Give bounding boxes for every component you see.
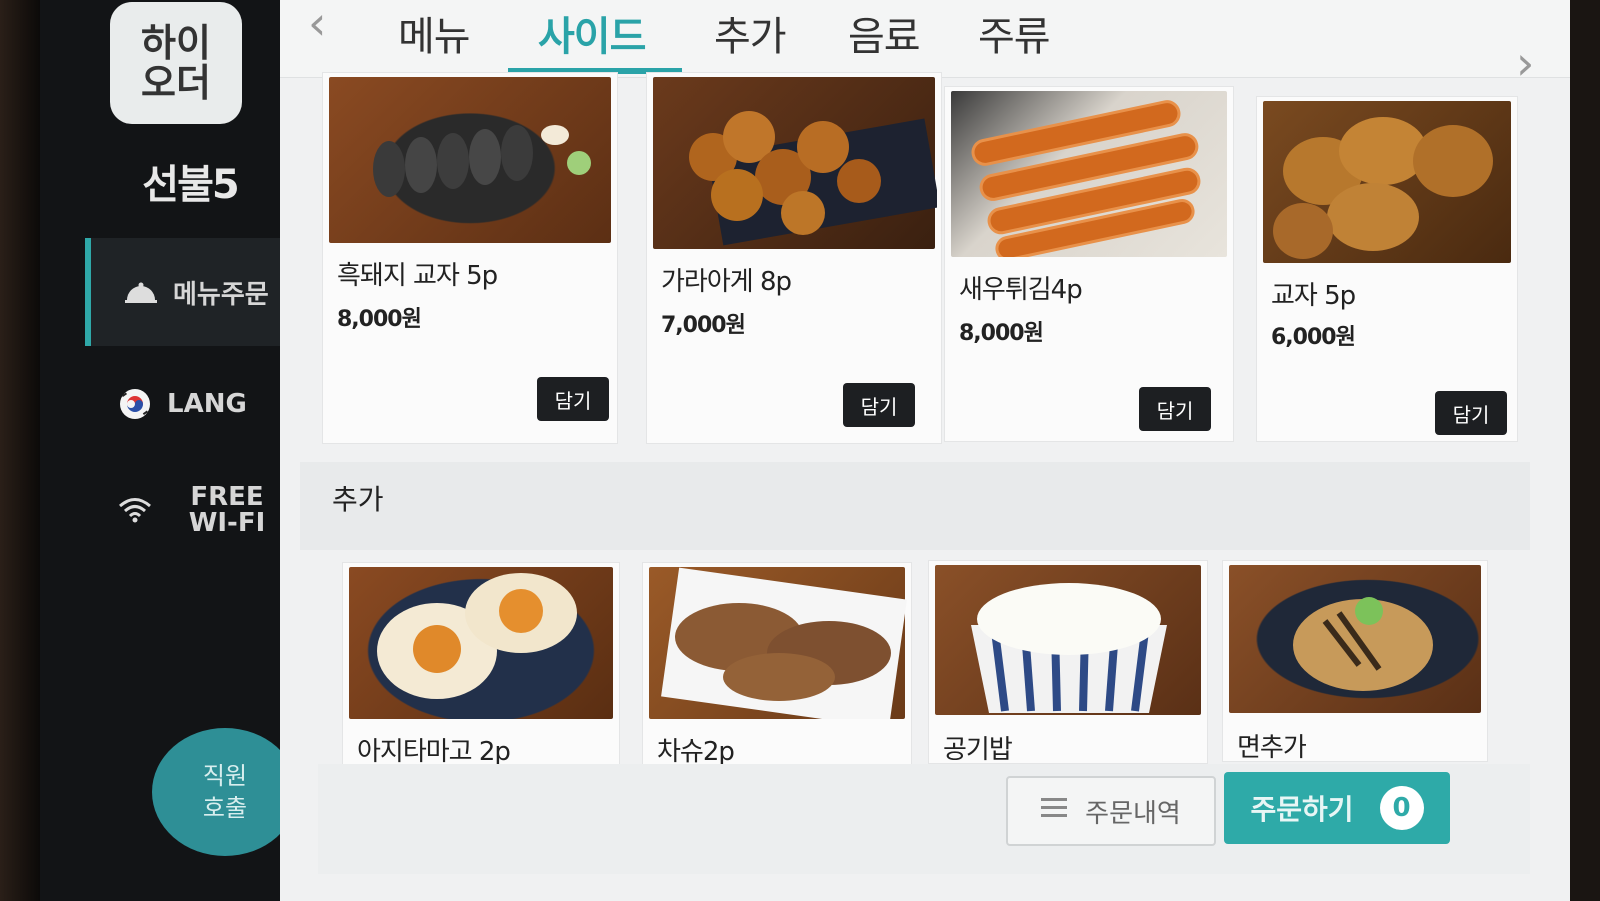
menu-panel: ‹ 메뉴 사이드 추가 음료 주류 › 흑돼지 교자 5p 8,000원 담기 …	[280, 0, 1600, 901]
food-photo	[329, 77, 611, 243]
wifi-icon	[117, 492, 153, 528]
cloche-icon	[123, 274, 159, 310]
table-name: 선불5	[142, 162, 239, 208]
food-photo	[653, 77, 941, 249]
menu-card[interactable]: 차슈2p	[642, 562, 912, 767]
menu-item-name: 차슈2p	[657, 737, 735, 767]
menu-item-name: 교자 5p	[1271, 281, 1356, 311]
logo-line-2: 오더	[141, 61, 211, 105]
place-order-label: 주문하기	[1250, 793, 1354, 826]
order-history-button[interactable]: 주문내역	[1006, 776, 1216, 846]
chevron-right-icon[interactable]: ›	[1516, 36, 1534, 90]
menu-card[interactable]: 면추가	[1222, 560, 1488, 763]
menu-card[interactable]: 공기밥	[928, 560, 1208, 765]
staff-call-line-2: 호출	[202, 794, 248, 822]
menu-item-name: 새우튀김4p	[959, 275, 1083, 305]
menu-item-name: 아지타마고 2p	[357, 737, 511, 767]
food-photo	[1229, 565, 1481, 713]
section-header-band	[300, 462, 1530, 550]
menu-item-price: 7,000원	[661, 313, 746, 338]
category-tabs: ‹ 메뉴 사이드 추가 음료 주류 ›	[280, 0, 1570, 90]
sidebar-item-lang[interactable]: LANG	[85, 350, 300, 458]
menu-item-name: 가라아게 8p	[661, 267, 792, 297]
menu-card[interactable]: 교자 5p 6,000원 담기	[1256, 96, 1518, 442]
menu-card[interactable]: 새우튀김4p 8,000원 담기	[944, 86, 1234, 442]
sidebar: 하이 오더 선불5 메뉴주문 LANG FREE WI-FI 직원 호출	[40, 0, 305, 901]
food-photo	[1263, 101, 1511, 263]
order-history-label: 주문내역	[1085, 798, 1181, 829]
menu-item-name: 면추가	[1237, 733, 1307, 763]
staff-call-line-1: 직원	[202, 762, 248, 790]
sidebar-item-label: FREE WI-FI	[188, 482, 266, 538]
add-to-cart-button[interactable]: 담기	[1435, 391, 1507, 435]
staff-call-button[interactable]: 직원 호출	[152, 728, 298, 856]
tab-liquor[interactable]: 주류	[978, 4, 1051, 62]
sidebar-item-label: LANG	[167, 389, 247, 419]
korea-flag-icon	[117, 386, 153, 422]
add-to-cart-button[interactable]: 담기	[537, 377, 609, 421]
tab-side[interactable]: 사이드	[538, 4, 646, 62]
menu-item-price: 6,000원	[1271, 325, 1356, 350]
add-to-cart-button[interactable]: 담기	[1139, 387, 1211, 431]
tab-menu[interactable]: 메뉴	[398, 4, 471, 62]
sidebar-item-menu-order[interactable]: 메뉴주문	[85, 238, 300, 346]
logo-line-1: 하이	[141, 21, 211, 65]
food-photo	[935, 565, 1201, 715]
menu-item-name: 공기밥	[943, 735, 1013, 765]
cart-count-badge: 0	[1379, 786, 1424, 830]
menu-item-price: 8,000원	[337, 307, 422, 332]
add-to-cart-button[interactable]: 담기	[843, 383, 915, 427]
menu-item-name: 흑돼지 교자 5p	[337, 261, 498, 291]
chevron-left-icon[interactable]: ‹	[308, 0, 326, 50]
sidebar-item-wifi[interactable]: FREE WI-FI	[85, 456, 300, 564]
menu-card[interactable]: 아지타마고 2p	[342, 562, 620, 768]
list-icon	[1041, 796, 1068, 826]
menu-card[interactable]: 흑돼지 교자 5p 8,000원 담기	[322, 72, 618, 444]
food-photo	[649, 567, 907, 729]
place-order-button[interactable]: 주문하기 0	[1224, 772, 1450, 844]
device-bezel	[0, 0, 40, 901]
tab-extra[interactable]: 추가	[714, 4, 787, 62]
sidebar-item-label: 메뉴주문	[173, 279, 269, 310]
menu-item-price: 8,000원	[959, 321, 1044, 346]
section-title-extra: 추가	[332, 483, 384, 516]
tab-drinks[interactable]: 음료	[848, 4, 921, 62]
food-photo	[951, 91, 1227, 262]
food-photo	[349, 567, 613, 719]
brand-logo: 하이 오더	[110, 2, 242, 124]
menu-card[interactable]: 가라아게 8p 7,000원 담기	[646, 72, 942, 444]
